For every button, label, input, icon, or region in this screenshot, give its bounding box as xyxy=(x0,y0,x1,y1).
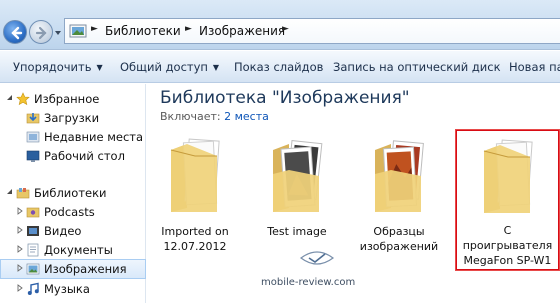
music-note-icon xyxy=(27,282,39,295)
breadcrumb-separator-icon[interactable]: ► xyxy=(282,24,289,34)
folder-icon xyxy=(170,138,220,212)
item-caption: С проигрывателя MegaFon SP-W1 xyxy=(457,223,558,268)
downloads-folder-icon xyxy=(26,113,40,124)
address-box[interactable]: ► Библиотеки ► Изображения ► xyxy=(64,18,560,44)
organize-label: Упорядочить xyxy=(13,60,92,74)
caption-line: С xyxy=(503,224,512,237)
collapsed-arrow-icon[interactable] xyxy=(16,264,24,272)
podcasts-icon xyxy=(26,207,40,218)
nav-video[interactable]: Видео xyxy=(0,221,146,241)
folder-icon xyxy=(273,140,323,212)
back-button[interactable] xyxy=(3,20,27,44)
includes-locations-link[interactable]: 2 места xyxy=(224,110,269,123)
caption-line: 12.07.2012 xyxy=(163,240,227,253)
share-menu-button[interactable]: Общий доступ ▼ xyxy=(120,60,219,74)
expanded-arrow-icon[interactable] xyxy=(6,94,14,102)
images-library-icon xyxy=(26,263,40,275)
library-images-icon xyxy=(69,24,87,38)
chevron-down-icon: ▼ xyxy=(212,63,220,72)
nav-downloads[interactable]: Загрузки xyxy=(0,108,146,128)
folder-item[interactable]: Imported on 12.07.2012 xyxy=(147,132,243,272)
collapsed-arrow-icon[interactable] xyxy=(16,245,24,253)
item-caption: Imported on 12.07.2012 xyxy=(147,224,243,254)
collapsed-arrow-icon[interactable] xyxy=(16,207,24,215)
caption-line: проигрывателя xyxy=(462,239,553,252)
desktop-icon xyxy=(26,150,40,162)
breadcrumb-images[interactable]: Изображения xyxy=(199,24,285,38)
nav-recent-label: Недавние места xyxy=(44,130,144,144)
breadcrumb-libraries[interactable]: Библиотеки xyxy=(105,24,181,38)
arrow-right-icon xyxy=(35,26,47,40)
video-library-icon xyxy=(27,226,39,236)
recent-pages-dropdown-icon[interactable] xyxy=(54,29,62,37)
watermark-logo-icon xyxy=(299,251,335,265)
navigation-pane: Избранное Загрузки Недавние места Рабочи… xyxy=(0,84,146,303)
watermark-text: mobile-review.com xyxy=(261,277,356,288)
includes-line: Включает: 2 места xyxy=(160,110,269,123)
library-title: Библиотека "Изображения" xyxy=(160,88,410,108)
nav-podcasts-label: Podcasts xyxy=(44,205,95,219)
nav-desktop[interactable]: Рабочий стол xyxy=(0,146,146,166)
expanded-arrow-icon[interactable] xyxy=(6,188,14,196)
nav-images[interactable]: Изображения xyxy=(0,259,146,279)
forward-button[interactable] xyxy=(29,20,53,44)
slideshow-button[interactable]: Показ слайдов xyxy=(234,60,323,74)
nav-music[interactable]: Музыка xyxy=(0,279,146,299)
star-icon xyxy=(16,92,30,106)
nav-video-label: Видео xyxy=(44,224,82,238)
command-bar: Упорядочить ▼ Общий доступ ▼ Показ слайдов… xyxy=(0,51,560,83)
nav-documents[interactable]: Документы xyxy=(0,240,146,260)
recent-places-icon xyxy=(26,131,40,143)
item-caption: Test image xyxy=(249,224,345,239)
nav-recent[interactable]: Недавние места xyxy=(0,127,146,147)
address-bar-region: ► Библиотеки ► Изображения ► xyxy=(0,0,560,50)
nav-downloads-label: Загрузки xyxy=(44,111,100,125)
nav-favorites-label: Избранное xyxy=(34,92,100,106)
nav-favorites[interactable]: Избранное xyxy=(0,89,146,109)
nav-libraries-label: Библиотеки xyxy=(34,186,107,200)
nav-desktop-label: Рабочий стол xyxy=(44,149,125,163)
caption-line: Imported on xyxy=(161,225,229,238)
includes-label: Включает: xyxy=(160,110,221,123)
chevron-down-icon: ▼ xyxy=(96,63,103,72)
watermark: mobile-review.com xyxy=(257,248,377,288)
folder-icon xyxy=(375,140,424,212)
organize-menu-button[interactable]: Упорядочить ▼ xyxy=(13,60,103,74)
folder-item-megafon[interactable]: С проигрывателя MegaFon SP-W1 xyxy=(456,130,559,270)
libraries-icon xyxy=(16,188,30,199)
arrow-left-icon xyxy=(11,26,23,40)
caption-line: MegaFon SP-W1 xyxy=(463,254,552,267)
nav-libraries[interactable]: Библиотеки xyxy=(0,183,146,203)
share-label: Общий доступ xyxy=(120,60,208,74)
caption-line: Образцы xyxy=(373,225,425,238)
documents-library-icon xyxy=(27,243,39,257)
caption-line: Test image xyxy=(267,225,327,238)
nav-documents-label: Документы xyxy=(44,243,113,257)
collapsed-arrow-icon[interactable] xyxy=(16,284,24,292)
nav-images-label: Изображения xyxy=(44,262,127,276)
breadcrumb-separator-icon[interactable]: ► xyxy=(185,24,192,34)
folder-icon xyxy=(483,139,533,213)
new-folder-button[interactable]: Новая папк xyxy=(509,60,560,74)
nav-music-label: Музыка xyxy=(44,282,90,296)
breadcrumb-separator-icon[interactable]: ► xyxy=(91,24,98,34)
burn-disc-button[interactable]: Запись на оптический диск xyxy=(333,60,501,74)
library-content: Библиотека "Изображения" Включает: 2 мес… xyxy=(147,84,560,303)
nav-podcasts[interactable]: Podcasts xyxy=(0,202,146,222)
collapsed-arrow-icon[interactable] xyxy=(16,226,24,234)
